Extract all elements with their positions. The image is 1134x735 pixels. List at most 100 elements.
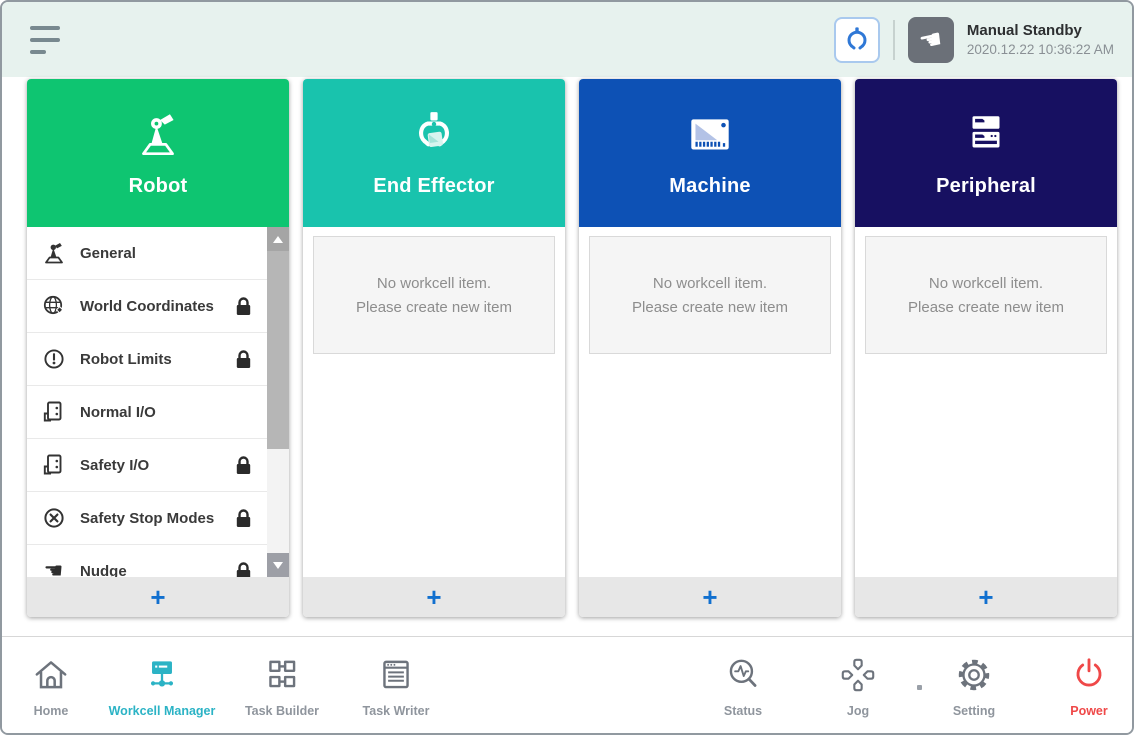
lock-icon [234,349,253,370]
nav-label: Task Writer [331,704,461,718]
card-end-effector-header: End Effector [303,79,565,227]
card-title: Peripheral [936,175,1036,198]
workcell-cards-row: Robot General [27,79,1117,617]
card-end-effector: End Effector No workcell item. Please cr… [303,79,565,617]
list-item-label: Robot Limits [80,351,172,368]
robot-list-scrollbar[interactable] [267,227,289,577]
card-title: End Effector [373,175,494,198]
list-item-nudge[interactable]: ☚ Nudge [27,545,267,577]
nav-label: Workcell Manager [97,704,227,718]
setting-gear-icon [909,648,1039,696]
nav-label: Setting [909,704,1039,718]
nav-item-task-builder[interactable]: Task Builder [217,648,347,718]
card-machine-header: Machine [579,79,841,227]
nav-item-setting[interactable]: Setting [909,648,1039,718]
hamburger-menu-icon[interactable] [30,26,60,54]
card-end-effector-body: No workcell item. Please create new item [303,227,565,577]
top-right-controls: ☚ Manual Standby 2020.12.22 10:36:22 AM [834,17,1114,63]
power-icon [1024,648,1134,696]
nav-item-jog[interactable]: Jog [793,648,923,718]
task-writer-icon [331,648,461,696]
robot-status-block: Manual Standby 2020.12.22 10:36:22 AM [967,22,1114,57]
plus-icon: + [978,584,993,610]
card-peripheral: Peripheral No workcell item. Please crea… [855,79,1117,617]
card-title: Machine [669,175,750,198]
world-globe-icon [40,293,67,320]
list-item-label: Normal I/O [80,404,156,421]
card-peripheral-header: Peripheral [855,79,1117,227]
robot-item-list: General World Coordinates [27,227,267,577]
header-divider [893,20,895,60]
stop-circle-icon [40,505,67,532]
nav-label: Task Builder [217,704,347,718]
list-item-safety-io[interactable]: Safety I/O [27,439,267,492]
empty-line1: No workcell item. [929,275,1043,292]
bottom-nav: Home Workcell Manager [2,636,1132,733]
robot-arm-icon [131,108,185,162]
list-item-robot-limits[interactable]: Robot Limits [27,333,267,386]
io-port-icon [40,399,67,426]
empty-placeholder: No workcell item. Please create new item [865,236,1107,354]
card-title: Robot [129,175,188,198]
list-item-label: General [80,245,136,262]
workcell-manager-icon [97,648,227,696]
list-item-world-coordinates[interactable]: World Coordinates [27,280,267,333]
empty-line2: Please create new item [356,299,512,316]
add-end-effector-item-button[interactable]: + [303,577,565,617]
robot-state-label: Manual Standby [967,22,1114,39]
add-machine-item-button[interactable]: + [579,577,841,617]
nav-item-power[interactable]: Power [1024,648,1134,718]
gripper-box-icon [407,108,461,162]
card-robot: Robot General [27,79,289,617]
machine-icon [683,108,737,162]
jog-dpad-icon [793,648,923,696]
alert-circle-icon [40,346,67,373]
card-robot-body: General World Coordinates [27,227,289,577]
add-peripheral-item-button[interactable]: + [855,577,1117,617]
robot-gripper-button[interactable] [834,17,880,63]
nav-item-task-writer[interactable]: Task Writer [331,648,461,718]
list-item-label: Safety I/O [80,457,149,474]
server-rack-icon [959,108,1013,162]
list-item-safety-stop-modes[interactable]: Safety Stop Modes [27,492,267,545]
card-machine-body: No workcell item. Please create new item [579,227,841,577]
lock-icon [234,455,253,476]
workcell-manager-screen: ☚ Manual Standby 2020.12.22 10:36:22 AM … [0,0,1134,735]
nav-item-status[interactable]: Status [678,648,808,718]
list-item-normal-io[interactable]: Normal I/O [27,386,267,439]
manual-mode-badge[interactable]: ☚ [908,17,954,63]
plus-icon: + [702,584,717,610]
scroll-up-button[interactable] [267,227,289,251]
gripper-claw-icon [842,25,872,55]
list-item-label: World Coordinates [80,298,214,315]
top-bar: ☚ Manual Standby 2020.12.22 10:36:22 AM [2,2,1132,77]
nudge-hand-icon: ☚ [40,558,67,578]
nav-label: Jog [793,704,923,718]
lock-icon [234,508,253,529]
datetime-label: 2020.12.22 10:36:22 AM [967,42,1114,57]
list-item-label: Nudge [80,563,127,578]
empty-line2: Please create new item [908,299,1064,316]
list-item-label: Safety Stop Modes [80,510,214,527]
status-magnifier-icon [678,648,808,696]
hand-grab-icon: ☚ [917,24,945,54]
empty-placeholder: No workcell item. Please create new item [589,236,831,354]
io-port-icon [40,452,67,479]
robot-arm-icon [40,240,67,267]
empty-line1: No workcell item. [653,275,767,292]
card-robot-header: Robot [27,79,289,227]
nav-label: Power [1024,704,1134,718]
empty-placeholder: No workcell item. Please create new item [313,236,555,354]
empty-line1: No workcell item. [377,275,491,292]
scroll-down-button[interactable] [267,553,289,577]
add-robot-item-button[interactable]: + [27,577,289,617]
nav-item-workcell-manager[interactable]: Workcell Manager [97,648,227,718]
plus-icon: + [426,584,441,610]
card-machine: Machine No workcell item. Please create … [579,79,841,617]
lock-icon [234,561,253,578]
list-item-general[interactable]: General [27,227,267,280]
plus-icon: + [150,584,165,610]
scrollbar-thumb[interactable] [267,251,289,449]
lock-icon [234,296,253,317]
task-builder-icon [217,648,347,696]
